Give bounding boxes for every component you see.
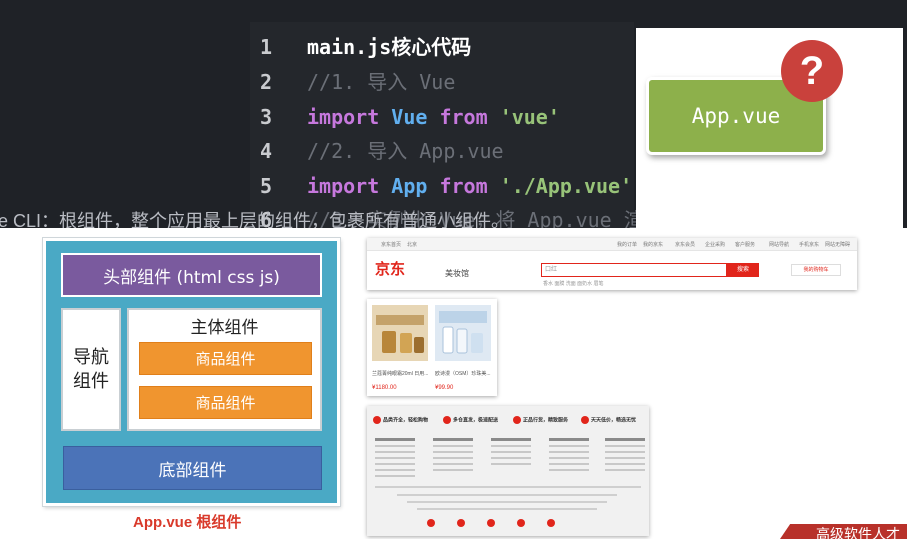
jd-channel-title: 美妆馆 bbox=[445, 269, 469, 278]
code-import-statement: import App from './App.vue' bbox=[307, 169, 632, 203]
service-label: 品类齐全，轻松购物 bbox=[383, 417, 429, 424]
goods-component-block: 商品组件 bbox=[139, 342, 312, 375]
service-icon bbox=[443, 416, 451, 424]
code-comment: //2. 导入 App.vue bbox=[307, 139, 504, 163]
string-literal: 'vue' bbox=[499, 105, 560, 129]
product-price: ¥1180.00 bbox=[372, 385, 397, 391]
topbar-link: 企业采购 bbox=[705, 242, 726, 248]
product-image bbox=[372, 305, 428, 361]
topbar-link: 京东首页 bbox=[381, 242, 402, 248]
topbar-link: 我的京东 bbox=[643, 242, 664, 248]
service-item: 正品行货，精致服务 bbox=[513, 416, 568, 424]
topbar-location: 北京 bbox=[407, 242, 418, 248]
top-dark-band: 1 main.js核心代码 2 //1. 导入 Vue 3 import Vue… bbox=[0, 0, 907, 228]
footer-link-column bbox=[549, 438, 589, 475]
line-number: 3 bbox=[260, 105, 273, 129]
identifier: App bbox=[391, 174, 428, 198]
partially-hidden-caption: ue CLI：根组件，整个应用最上层的组件，包裹所有普通小组件。 bbox=[0, 211, 510, 228]
nav-component-block: 导航组件 bbox=[61, 308, 121, 431]
footer-text-line bbox=[407, 501, 607, 503]
footer-link-column bbox=[433, 438, 473, 475]
footer-text-line bbox=[417, 508, 597, 510]
product-card: 欧诗漫（OSM）珍珠美... ¥99.90 bbox=[435, 305, 491, 391]
goods-component-block: 商品组件 bbox=[139, 386, 312, 419]
jd-logo: 京东 bbox=[375, 261, 406, 278]
app-vue-card: App.vue ? bbox=[636, 28, 903, 228]
service-label: 正品行货，精致服务 bbox=[523, 417, 569, 424]
footer-component-block: 底部组件 bbox=[63, 446, 322, 490]
jd-search-button: 搜索 bbox=[727, 263, 759, 277]
topbar-link: 网站导航 bbox=[769, 242, 790, 248]
code-editor-panel: 1 main.js核心代码 2 //1. 导入 Vue 3 import Vue… bbox=[250, 22, 644, 228]
certification-badge-icon bbox=[547, 519, 555, 527]
product-name: 兰蔻菁纯眼霜20ml 日用... bbox=[372, 371, 428, 377]
service-icon bbox=[513, 416, 521, 424]
jd-cart-button: 我的购物车 bbox=[791, 264, 841, 276]
topbar-link: 客户服务 bbox=[735, 242, 756, 248]
line-number: 1 bbox=[260, 35, 273, 59]
header-component-block: 头部组件 (html css js) bbox=[61, 253, 322, 297]
code-comment: //1. 导入 Vue bbox=[307, 70, 456, 94]
service-label: 天天低价，畅选无忧 bbox=[591, 417, 637, 424]
line-number: 4 bbox=[260, 139, 273, 163]
jd-search-input: 口红 bbox=[541, 263, 727, 277]
jd-hot-words: 香水 面膜 洗面 面奶水 眉笔 bbox=[543, 281, 604, 287]
product-price: ¥99.90 bbox=[435, 385, 454, 391]
code-text: main.js核心代码 bbox=[307, 35, 472, 59]
footer-link-column bbox=[605, 438, 645, 475]
root-component-label: App.vue 根组件 bbox=[133, 514, 242, 531]
footer-link-column bbox=[375, 438, 415, 481]
service-item: 多仓直发，极速配送 bbox=[443, 416, 498, 424]
topbar-link: 网站无障碍 bbox=[825, 242, 851, 248]
topbar-link: 我的订单 bbox=[617, 242, 638, 248]
footer-link-column bbox=[491, 438, 531, 469]
certification-badge-icon bbox=[517, 519, 525, 527]
product-image bbox=[435, 305, 491, 361]
main-component-block: 主体组件 商品组件 商品组件 bbox=[127, 308, 322, 431]
certification-badge-icon bbox=[457, 519, 465, 527]
certification-badge-icon bbox=[487, 519, 495, 527]
corner-brand-banner: 高级软件人才 bbox=[780, 524, 907, 539]
keyword-from: from bbox=[439, 105, 488, 129]
service-label: 多仓直发，极速配送 bbox=[453, 417, 499, 424]
corner-brand-text: 高级软件人才 bbox=[816, 527, 900, 539]
keyword-import: import bbox=[307, 105, 380, 129]
line-number: 5 bbox=[260, 174, 273, 198]
topbar-link: 京东会员 bbox=[675, 242, 696, 248]
jd-products-screenshot: 兰蔻菁纯眼霜20ml 日用... ¥1180.00 欧诗漫（OSM）珍珠美...… bbox=[367, 299, 497, 396]
keyword-from: from bbox=[439, 174, 488, 198]
nav-component-label: 导航组件 bbox=[73, 346, 109, 392]
keyword-import: import bbox=[307, 174, 380, 198]
question-mark-icon: ? bbox=[781, 40, 843, 102]
line-number: 2 bbox=[260, 70, 273, 94]
code-import-statement: import Vue from 'vue' bbox=[307, 100, 560, 134]
jd-topbar: 京东首页 北京 我的订单 我的京东 京东会员 企业采购 客户服务 网站导航 手机… bbox=[367, 238, 857, 251]
service-icon bbox=[373, 416, 381, 424]
topbar-link: 手机京东 bbox=[799, 242, 820, 248]
jd-footer-screenshot: 品类齐全，轻松购物 多仓直发，极速配送 正品行货，精致服务 天天低价，畅选无忧 bbox=[367, 406, 649, 536]
product-name: 欧诗漫（OSM）珍珠美... bbox=[435, 371, 491, 377]
component-diagram: 头部组件 (html css js) 导航组件 主体组件 商品组件 商品组件 底… bbox=[43, 238, 340, 506]
service-icon bbox=[581, 416, 589, 424]
product-card: 兰蔻菁纯眼霜20ml 日用... ¥1180.00 bbox=[372, 305, 428, 391]
string-literal: './App.vue' bbox=[499, 174, 633, 198]
certification-badge-icon bbox=[427, 519, 435, 527]
identifier: Vue bbox=[391, 105, 428, 129]
footer-text-line bbox=[397, 494, 617, 496]
service-item: 天天低价，畅选无忧 bbox=[581, 416, 636, 424]
main-component-title: 主体组件 bbox=[190, 318, 259, 338]
service-item: 品类齐全，轻松购物 bbox=[373, 416, 428, 424]
footer-text-line bbox=[375, 486, 641, 488]
jd-header-screenshot: 京东首页 北京 我的订单 我的京东 京东会员 企业采购 客户服务 网站导航 手机… bbox=[367, 238, 857, 290]
